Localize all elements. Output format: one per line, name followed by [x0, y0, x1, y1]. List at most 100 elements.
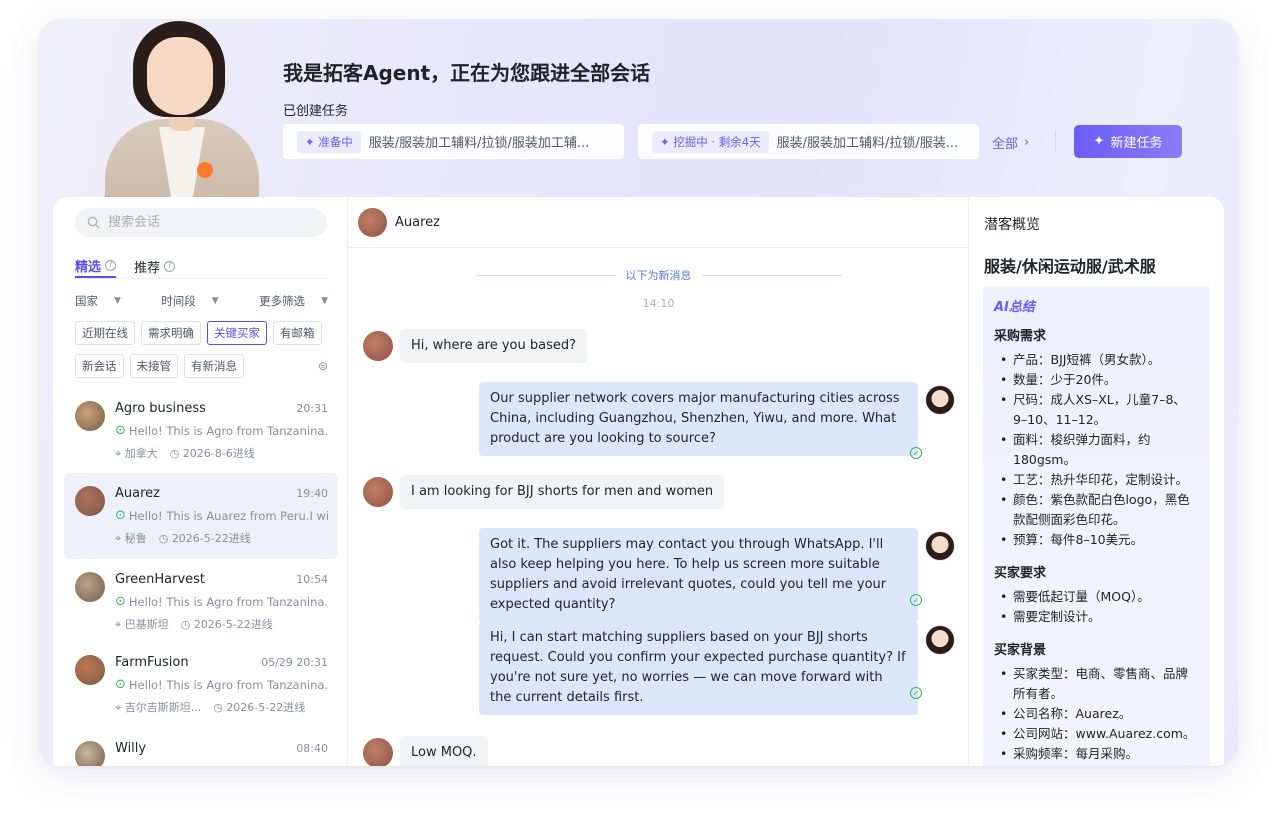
preview-text: Hello! This is Agro from Tanzanina.I ... [128, 594, 329, 609]
chip-has-email[interactable]: 有邮箱 [273, 321, 322, 345]
chip-not-taken-over[interactable]: 未接管 [129, 354, 178, 378]
conversation-name: Willy [115, 741, 147, 756]
check-circle-icon: ⊙ [115, 423, 126, 438]
tab-featured[interactable]: 精选 ? [75, 254, 117, 278]
ai-summary-label: AI总结 [994, 300, 1035, 315]
task-text: 服装/服装加工辅料/拉锁/服装加工辅... [368, 136, 590, 151]
contact-avatar [75, 401, 105, 431]
contact-avatar [363, 331, 393, 361]
contact-avatar [363, 477, 393, 507]
chip-new-message[interactable]: 有新消息 [184, 354, 244, 378]
summary-item: 需要定制设计。 [994, 607, 1199, 627]
location-icon: ⌖ [115, 618, 125, 631]
summary-item: 尺码：成人XS–XL，儿童7–8、9–10、11–12。 [994, 390, 1199, 430]
contact-avatar [75, 655, 105, 685]
conversation-item[interactable]: FarmFusion 05/29 20:31 ⊙ Hello! This is Agr… [64, 642, 338, 728]
check-circle-icon: ✓ [910, 447, 922, 459]
conversation-name: GreenHarvest [115, 572, 206, 587]
summary-item: 需要低起订量（MOQ）。 [994, 587, 1199, 607]
conversation-item[interactable]: Auarez 19:40 ⊙ Hello! This is Auarez from P… [64, 473, 338, 559]
message-incoming: Low MOQ. [400, 736, 488, 766]
summary-item: 预算：每件8–10美元。 [994, 530, 1199, 550]
header-title: 我是拓客Agent，正在为您跟进全部会话 [283, 61, 651, 85]
ai-summary-box: AI总结 采购需求产品：BJJ短裤（男女款）。数量：少于20件。尺码：成人XS–… [983, 286, 1210, 766]
ai-summary-sections: 采购需求产品：BJJ短裤（男女款）。数量：少于20件。尺码：成人XS–XL，儿童… [994, 325, 1199, 764]
conversation-name: Auarez [115, 486, 160, 501]
summary-heading: 买家背景 [994, 643, 1047, 658]
filter-row: 国家 ▼ 时间段 ▼ 更多筛选 ▼ [75, 293, 328, 309]
check-circle-icon: ⊙ [115, 677, 126, 692]
contact-name: Auarez [395, 214, 440, 230]
message-incoming: Hi, where are you based? [400, 329, 588, 363]
preview-text: Hello! This is Auarez from Peru.I wis... [128, 508, 329, 523]
message-outgoing: Our supplier network covers major manufa… [479, 382, 918, 456]
chip-new-conversation[interactable]: 新会话 [75, 354, 124, 378]
main-panel: 精选 ? 推荐 ? 国家 ▼ 时间段 ▼ 更多筛选 ▼ 近期在线 需求明确 关键买家 … [53, 197, 1224, 766]
location-icon: ⌖ [115, 447, 125, 460]
tab-label: 推荐 [134, 260, 161, 276]
summary-item: 采购频率：每月采购。 [994, 744, 1199, 764]
summary-heading: 买家要求 [994, 566, 1047, 581]
chip-recently-online[interactable]: 近期在线 [75, 321, 135, 345]
search-icon [87, 216, 100, 229]
conversation-tabs: 精选 ? 推荐 ? [75, 254, 328, 279]
contact-avatar [358, 207, 387, 237]
agent-avatar [103, 19, 261, 197]
preview-text: Hello! This is Agro from Tanzanina.I ... [128, 423, 329, 438]
filter-time[interactable]: 时间段 ▼ [161, 293, 218, 309]
date-meta: ◷ 2026-8-6进线 [169, 447, 255, 460]
task-text: 服装/服装加工辅料/拉锁/服装... [776, 136, 959, 151]
location-meta: ⌖ 加拿大 [115, 447, 158, 460]
new-messages-label: 以下为新消息 [625, 269, 692, 282]
all-tasks-link[interactable]: 全部 › [992, 133, 1029, 152]
chip-key-buyer[interactable]: 关键买家 [207, 321, 267, 345]
search-input[interactable] [108, 215, 308, 230]
message-incoming: I am looking for BJJ shorts for men and … [400, 475, 725, 509]
contact-avatar [75, 741, 105, 766]
location-meta: ⌖ 秘鲁 [115, 532, 147, 545]
chip-clear-demand[interactable]: 需求明确 [141, 321, 201, 345]
check-circle-icon: ✓ [910, 687, 922, 699]
location-meta: ⌖ 吉尔吉斯斯坦... [115, 701, 202, 714]
summary-item: 买家类型：电商、零售商、品牌所有者。 [994, 664, 1199, 704]
conversation-preview: ⊙ Hello! This is Auarez from Peru.I wis..… [115, 508, 329, 523]
search-box[interactable] [75, 208, 327, 237]
caret-down-icon: ▼ [321, 296, 328, 306]
sparkle-icon: ✦ [1093, 134, 1105, 149]
conversation-item[interactable]: Agro business 20:31 ⊙ Hello! This is Agro f… [64, 388, 338, 474]
new-task-label: 新建任务 [1110, 136, 1163, 151]
conversation-sidebar: 精选 ? 推荐 ? 国家 ▼ 时间段 ▼ 更多筛选 ▼ 近期在线 需求明确 关键买家 … [53, 197, 348, 766]
message-outgoing: Hi, I can start matching suppliers based… [479, 621, 918, 715]
question-icon: ? [105, 259, 117, 271]
preview-text: Hello! This is Agro from Tanzanina.I ... [128, 677, 329, 692]
summary-item: 工艺：热升华印花，定制设计。 [994, 470, 1199, 490]
conversation-item[interactable]: Willy 08:40 [64, 728, 338, 766]
task-card-1[interactable]: ✦ 准备中 服装/服装加工辅料/拉锁/服装加工辅... [283, 124, 624, 159]
conversation-name: FarmFusion [115, 655, 189, 670]
tab-recommended[interactable]: 推荐 ? [134, 254, 176, 278]
summary-list: 产品：BJJ短裤（男女款）。数量：少于20件。尺码：成人XS–XL，儿童7–8、… [994, 350, 1199, 550]
chat-timestamp: 14:10 [642, 297, 675, 310]
clock-icon: ◷ [158, 532, 172, 545]
task-status-pill: ✦ 挖掘中 · 剩余4天 [652, 130, 769, 153]
filter-country[interactable]: 国家 ▼ [75, 293, 121, 309]
agent-avatar-small [925, 625, 955, 655]
check-circle-icon: ✓ [910, 594, 922, 606]
clock-icon: ◷ [169, 447, 183, 460]
filter-settings-icon[interactable]: ⊜ [318, 359, 328, 373]
conversation-time: 08:40 [296, 742, 328, 755]
chip-row-2: 新会话 未接管 有新消息 ⊜ [75, 354, 328, 378]
task-card-2[interactable]: ✦ 挖掘中 · 剩余4天 服装/服装加工辅料/拉锁/服装... [638, 124, 979, 159]
conversation-item[interactable]: GreenHarvest 10:54 ⊙ Hello! This is Agro fr… [64, 559, 338, 645]
header-subtitle: 已创建任务 [283, 104, 349, 119]
new-messages-divider: 以下为新消息 [348, 267, 968, 283]
sparkle-icon: ✦ [305, 134, 319, 149]
new-task-button[interactable]: ✦ 新建任务 [1074, 125, 1182, 158]
caret-down-icon: ▼ [211, 296, 219, 306]
contact-avatar [75, 486, 105, 516]
date-meta: ◷ 2026-5-22进线 [213, 701, 306, 714]
conversation-time: 10:54 [296, 573, 328, 586]
chip-row-1: 近期在线 需求明确 关键买家 有邮箱 [75, 321, 328, 345]
summary-item: 公司网站：www.Auarez.com。 [994, 724, 1199, 744]
filter-more[interactable]: 更多筛选 ▼ [259, 293, 328, 309]
